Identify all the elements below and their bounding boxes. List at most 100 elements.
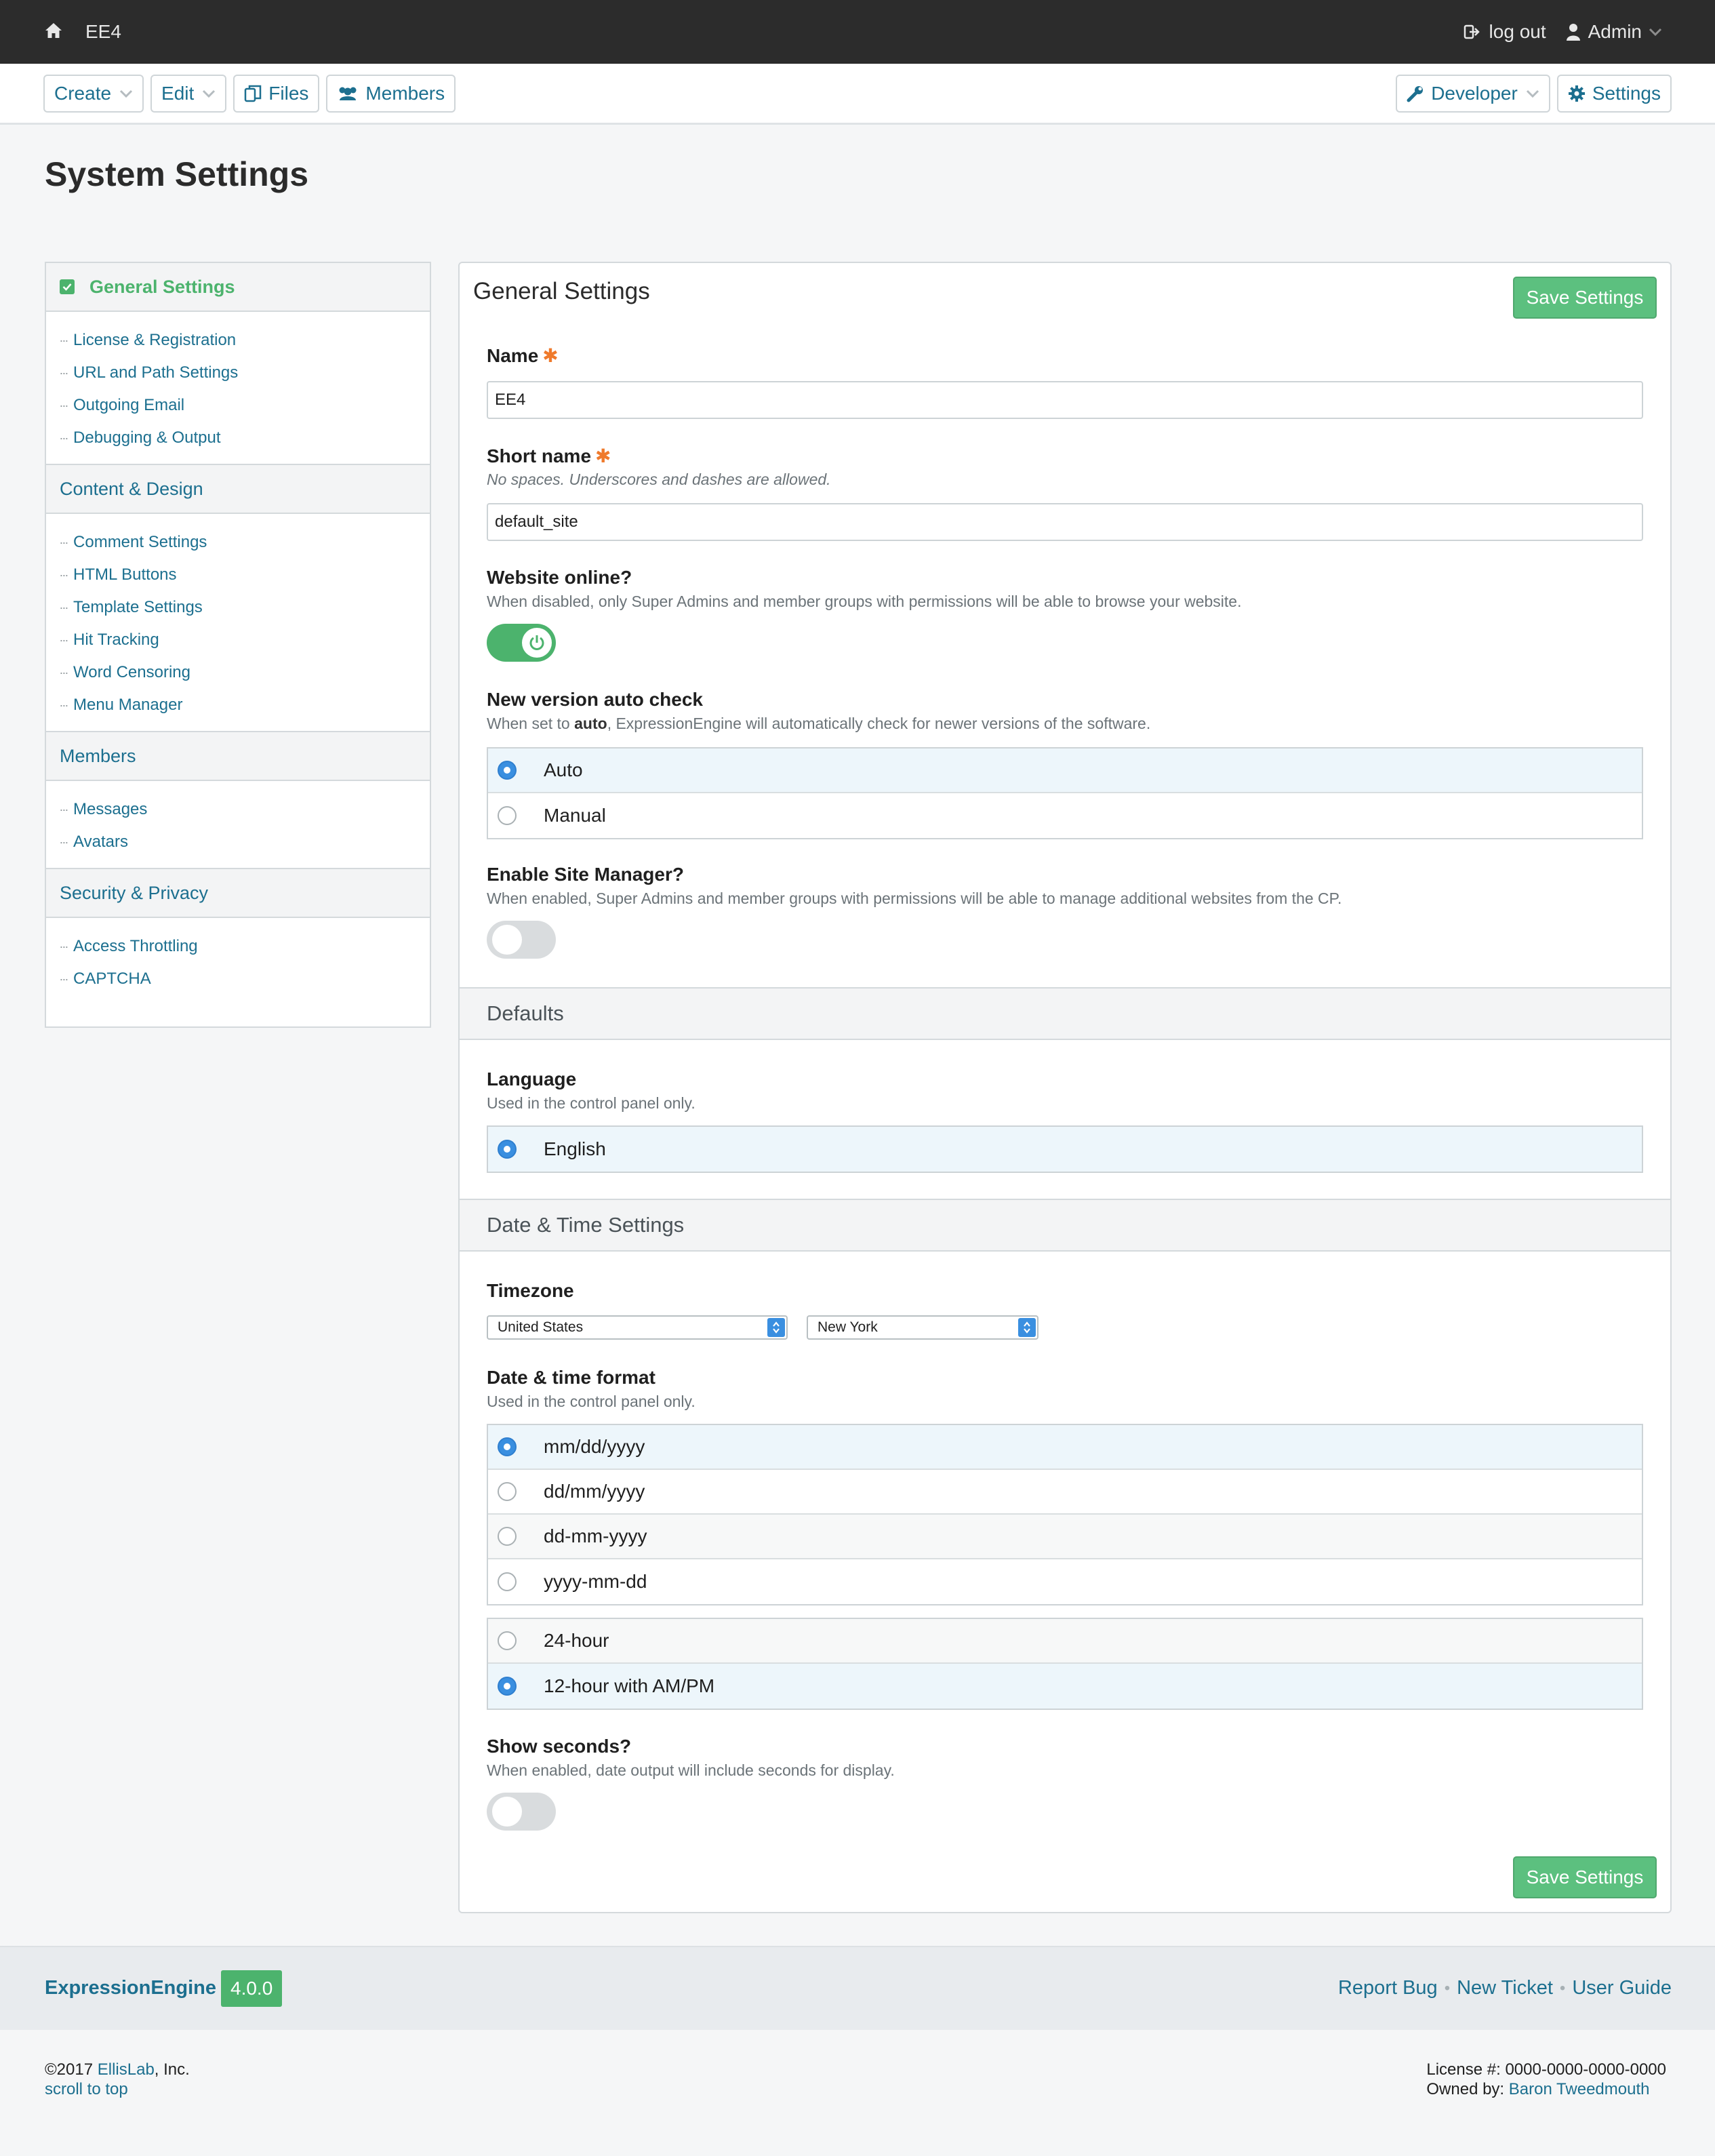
main-nav: Create Edit Files Members Developer Sett… [0, 64, 1715, 125]
sidebar-item-label: Messages [73, 800, 148, 818]
website-online-toggle[interactable] [487, 624, 556, 662]
sidebar-heading-members[interactable]: Members [46, 732, 430, 781]
show-seconds-toggle[interactable] [487, 1793, 556, 1831]
sidebar-item-label: HTML Buttons [73, 565, 177, 584]
version-badge: 4.0.0 [221, 1970, 283, 2007]
radio-button[interactable] [498, 1482, 517, 1501]
sidebar-item-menu-manager[interactable]: ∙∙∙ Menu Manager [60, 689, 430, 721]
sidebar-item-avatars[interactable]: ∙∙∙ Avatars [60, 826, 430, 858]
required-icon: ✱ [595, 445, 611, 466]
sidebar-item-hit-tracking[interactable]: ∙∙∙ Hit Tracking [60, 624, 430, 656]
product-name-link[interactable]: ExpressionEngine [45, 1977, 216, 1999]
website-online-description: When disabled, only Super Admins and mem… [487, 593, 1242, 610]
radio-option-dd-mm-yyyy-dash[interactable]: dd-mm-yyyy [488, 1515, 1642, 1559]
sidebar-heading-label: Security & Privacy [60, 882, 209, 903]
create-label: Create [54, 82, 112, 104]
sidebar-heading-label: Members [60, 745, 136, 766]
short-name-input[interactable] [487, 503, 1643, 541]
radio-label: yyyy-mm-dd [544, 1571, 647, 1592]
radio-button[interactable] [498, 761, 517, 780]
radio-option-mm-dd-yyyy[interactable]: mm/dd/yyyy [488, 1425, 1642, 1470]
radio-label: dd/mm/yyyy [544, 1481, 645, 1502]
sidebar-item-debugging[interactable]: ∙∙∙ Debugging & Output [60, 422, 430, 454]
timezone-city-select[interactable]: New York [807, 1315, 1038, 1340]
sidebar-heading-label: Content & Design [60, 478, 203, 499]
report-bug-link[interactable]: Report Bug [1338, 1977, 1438, 1999]
chevron-down-icon [203, 89, 216, 98]
sidebar-heading-content-design[interactable]: Content & Design [46, 465, 430, 514]
sidebar-item-license[interactable]: ∙∙∙ License & Registration [60, 324, 430, 357]
files-icon [245, 85, 262, 102]
site-name-link[interactable]: EE4 [85, 21, 121, 43]
company-link[interactable]: EllisLab [98, 2060, 155, 2079]
date-format-description: Used in the control panel only. [487, 1393, 695, 1410]
radio-button[interactable] [498, 1140, 517, 1159]
radio-option-manual[interactable]: Manual [488, 793, 1642, 838]
logout-link[interactable]: log out [1464, 21, 1546, 43]
sidebar-item-messages[interactable]: ∙∙∙ Messages [60, 793, 430, 826]
developer-menu-button[interactable]: Developer [1396, 74, 1550, 113]
license-info: License #: 0000-0000-0000-0000 Owned by:… [1426, 2060, 1666, 2099]
user-icon [1566, 24, 1580, 41]
radio-button[interactable] [498, 1677, 517, 1696]
radio-button[interactable] [498, 1527, 517, 1546]
radio-option-english[interactable]: English [488, 1127, 1642, 1172]
owner-link[interactable]: Baron Tweedmouth [1509, 2080, 1650, 2098]
site-manager-toggle[interactable] [487, 921, 556, 959]
radio-label: mm/dd/yyyy [544, 1436, 645, 1457]
radio-option-dd-mm-yyyy[interactable]: dd/mm/yyyy [488, 1470, 1642, 1515]
radio-option-yyyy-mm-dd[interactable]: yyyy-mm-dd [488, 1559, 1642, 1604]
logout-icon [1464, 24, 1480, 39]
show-seconds-label: Show seconds? [487, 1736, 632, 1757]
required-icon: ✱ [542, 345, 559, 366]
select-value: United States [498, 1319, 584, 1335]
radio-label: 24-hour [544, 1630, 609, 1651]
radio-label: Auto [544, 759, 583, 780]
language-description: Used in the control panel only. [487, 1094, 695, 1112]
settings-button[interactable]: Settings [1556, 74, 1672, 113]
sidebar-item-label: Access Throttling [73, 937, 198, 955]
toggle-knob [492, 1797, 522, 1826]
radio-option-12-hour[interactable]: 12-hour with AM/PM [488, 1664, 1642, 1709]
date-format-label: Date & time format [487, 1367, 655, 1388]
radio-option-24-hour[interactable]: 24-hour [488, 1619, 1642, 1664]
sidebar-item-template-settings[interactable]: ∙∙∙ Template Settings [60, 591, 430, 624]
sidebar-item-captcha[interactable]: ∙∙∙ CAPTCHA [60, 963, 430, 995]
new-ticket-link[interactable]: New Ticket [1457, 1977, 1553, 1999]
sidebar-item-comment-settings[interactable]: ∙∙∙ Comment Settings [60, 526, 430, 559]
timezone-label: Timezone [487, 1280, 574, 1301]
members-label: Members [365, 82, 445, 104]
sidebar-heading-security-privacy[interactable]: Security & Privacy [46, 869, 430, 918]
radio-button[interactable] [498, 1631, 517, 1650]
footer-band: ExpressionEngine 4.0.0 Report Bug • New … [0, 1946, 1715, 2030]
sidebar-heading-general-settings[interactable]: General Settings [46, 263, 430, 312]
separator: • [1444, 1978, 1451, 1997]
sidebar-item-label: Word Censoring [73, 663, 190, 681]
save-settings-button-bottom[interactable]: Save Settings [1513, 1856, 1657, 1898]
user-menu[interactable]: Admin [1566, 21, 1670, 43]
radio-option-auto[interactable]: Auto [488, 748, 1642, 793]
edit-label: Edit [161, 82, 195, 104]
sidebar-item-html-buttons[interactable]: ∙∙∙ HTML Buttons [60, 559, 430, 591]
toggle-knob [492, 925, 522, 955]
radio-button[interactable] [498, 806, 517, 825]
files-button[interactable]: Files [233, 74, 320, 113]
home-icon[interactable] [45, 22, 62, 42]
scroll-to-top-link[interactable]: scroll to top [45, 2080, 128, 2098]
sidebar-item-url-path[interactable]: ∙∙∙ URL and Path Settings [60, 357, 430, 389]
sidebar-list-security: ∙∙∙ Access Throttling ∙∙∙ CAPTCHA [46, 918, 430, 1005]
name-input[interactable] [487, 381, 1643, 419]
radio-button[interactable] [498, 1437, 517, 1456]
members-button[interactable]: Members [326, 74, 456, 113]
radio-button[interactable] [498, 1572, 517, 1591]
user-guide-link[interactable]: User Guide [1572, 1977, 1672, 1999]
save-settings-button-top[interactable]: Save Settings [1513, 277, 1657, 319]
sidebar-item-access-throttling[interactable]: ∙∙∙ Access Throttling [60, 930, 430, 963]
sidebar-item-outgoing-email[interactable]: ∙∙∙ Outgoing Email [60, 389, 430, 422]
sidebar-item-label: License & Registration [73, 331, 237, 349]
timezone-country-select[interactable]: United States [487, 1315, 788, 1340]
sidebar-item-word-censoring[interactable]: ∙∙∙ Word Censoring [60, 656, 430, 689]
create-menu-button[interactable]: Create [43, 74, 144, 113]
license-number: License #: 0000-0000-0000-0000 [1426, 2060, 1666, 2079]
edit-menu-button[interactable]: Edit [150, 74, 227, 113]
